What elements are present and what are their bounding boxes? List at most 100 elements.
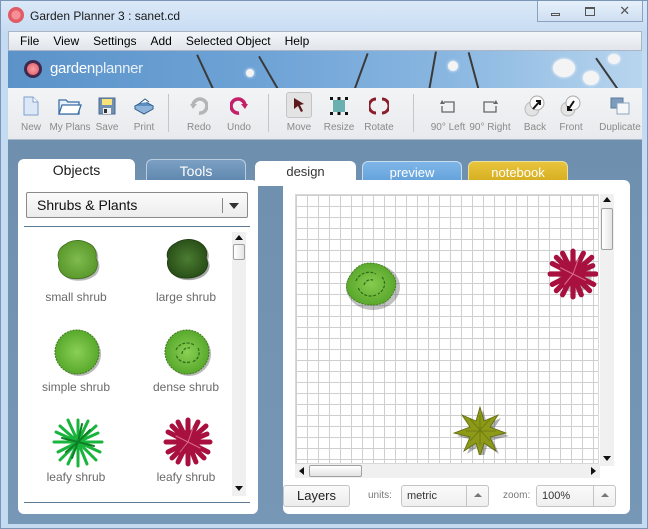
title-bar: Garden Planner 3 : sanet.cd ✕ [1, 1, 647, 31]
rotate-button[interactable]: Rotate [363, 88, 395, 138]
new-document-icon [19, 94, 43, 118]
toolbar-separator [168, 94, 169, 132]
rotate-right-icon [478, 94, 502, 118]
library-scrollbar[interactable] [232, 232, 246, 496]
scrollbar-thumb[interactable] [601, 208, 613, 250]
new-label: New [20, 122, 41, 133]
menu-add[interactable]: Add [144, 34, 179, 48]
redo-icon [187, 94, 211, 118]
scrollbar-thumb[interactable] [233, 244, 245, 260]
app-window: Garden Planner 3 : sanet.cd ✕ File View … [0, 0, 648, 529]
toolbar-separator [268, 94, 269, 132]
minimize-button[interactable] [538, 1, 573, 21]
garden-planner-logo-icon [24, 60, 42, 78]
banner-branch-decoration [196, 54, 215, 88]
scroll-left-icon[interactable] [299, 467, 304, 475]
zoom-label: zoom: [503, 490, 531, 501]
blossom-decoration [448, 61, 458, 71]
move-button[interactable]: Move [284, 88, 314, 138]
category-dropdown[interactable]: Shrubs & Plants [26, 192, 248, 218]
floppy-disk-icon [95, 94, 119, 118]
library-item-simple-shrub[interactable]: simple shrub [26, 322, 126, 412]
logo-text-garden: garden [50, 60, 95, 77]
blossom-decoration [553, 59, 575, 77]
tab-tools[interactable]: Tools [146, 159, 246, 181]
leafy-shrub-green-icon [52, 418, 104, 468]
resize-handles-icon [327, 94, 351, 118]
zoom-value: 100% [542, 490, 571, 502]
blossom-decoration [246, 69, 254, 77]
zoom-select[interactable]: 100% [536, 485, 616, 507]
my-plans-button[interactable]: My Plans [49, 88, 91, 138]
cursor-arrow-icon [286, 92, 312, 118]
library-item-leafy-shrub-green[interactable]: leafy shrub [26, 412, 126, 496]
banner-branch-decoration [428, 51, 437, 88]
scroll-right-icon[interactable] [591, 467, 596, 475]
blossom-decoration [583, 71, 599, 85]
print-button[interactable]: Print [132, 88, 156, 138]
object-library: small shrub large shrub simple shrub den… [26, 232, 226, 496]
maximize-button[interactable] [573, 1, 608, 21]
scroll-down-icon[interactable] [603, 456, 611, 461]
library-item-label: leafy shrub [156, 470, 216, 484]
library-item-leafy-shrub-red[interactable]: leafy shrub [136, 412, 226, 496]
duplicate-button[interactable]: Duplicate [598, 88, 642, 138]
units-select[interactable]: metric [401, 485, 489, 507]
units-label: units: [368, 490, 392, 501]
leafy-shrub-red-icon [163, 417, 213, 467]
library-item-dense-shrub[interactable]: dense shrub [136, 322, 226, 412]
library-item-label: dense shrub [152, 380, 220, 394]
send-back-button[interactable]: Back [522, 88, 548, 138]
my-plans-label: My Plans [49, 122, 91, 133]
undo-label: Undo [227, 122, 251, 133]
library-item-small-shrub[interactable]: small shrub [26, 232, 126, 322]
bring-front-button[interactable]: Front [558, 88, 584, 138]
rotate-left-button[interactable]: 90° Left [428, 88, 468, 138]
design-canvas[interactable] [295, 194, 599, 464]
resize-button[interactable]: Resize [324, 88, 354, 138]
close-button[interactable]: ✕ [607, 1, 642, 21]
print-label: Print [133, 122, 155, 133]
new-button[interactable]: New [20, 88, 42, 138]
window-title: Garden Planner 3 : sanet.cd [30, 9, 181, 23]
chevron-down-icon [229, 203, 239, 209]
layers-button[interactable]: Layers [283, 485, 350, 507]
zoom-stepper-up[interactable] [593, 486, 615, 506]
menu-settings[interactable]: Settings [86, 34, 143, 48]
send-back-icon [523, 94, 547, 118]
tab-design[interactable]: design [255, 161, 356, 185]
canvas-plant-dense-shrub[interactable] [342, 259, 400, 311]
banner-branch-decoration [353, 53, 369, 88]
dropdown-divider [222, 198, 223, 213]
tab-objects[interactable]: Objects [18, 159, 135, 183]
menu-bar: File View Settings Add Selected Object H… [8, 31, 642, 51]
dense-shrub-icon [164, 329, 211, 376]
canvas-plant-leafy-shrub[interactable] [546, 247, 599, 301]
rotate-right-button[interactable]: 90° Right [468, 88, 512, 138]
menu-file[interactable]: File [13, 34, 46, 48]
canvas-vertical-scrollbar[interactable] [600, 194, 614, 466]
scroll-up-icon[interactable] [603, 197, 611, 202]
large-shrub-icon [166, 239, 210, 281]
toolbar-separator [413, 94, 414, 132]
menu-selected-object[interactable]: Selected Object [179, 34, 278, 48]
save-button[interactable]: Save [94, 88, 120, 138]
menu-view[interactable]: View [46, 34, 86, 48]
rotate-icon [367, 94, 391, 118]
library-item-large-shrub[interactable]: large shrub [136, 232, 226, 322]
scrollbar-thumb[interactable] [309, 465, 362, 477]
scroll-up-icon[interactable] [235, 235, 243, 240]
library-item-label: leafy shrub [46, 470, 106, 484]
banner-branch-decoration [258, 55, 280, 88]
small-shrub-icon [57, 240, 100, 281]
menu-help[interactable]: Help [278, 34, 317, 48]
redo-button[interactable]: Redo [186, 88, 212, 138]
canvas-horizontal-scrollbar[interactable] [295, 464, 600, 478]
duplicate-icon [608, 94, 632, 118]
undo-button[interactable]: Undo [226, 88, 252, 138]
objects-panel: Shrubs & Plants small shrub large shrub … [18, 180, 258, 514]
units-stepper-up[interactable] [466, 486, 488, 506]
scroll-down-icon[interactable] [235, 486, 243, 491]
canvas-plant-spiky[interactable] [452, 405, 510, 455]
workspace: Tools Shrubs & Plants small shrub large … [8, 140, 642, 524]
